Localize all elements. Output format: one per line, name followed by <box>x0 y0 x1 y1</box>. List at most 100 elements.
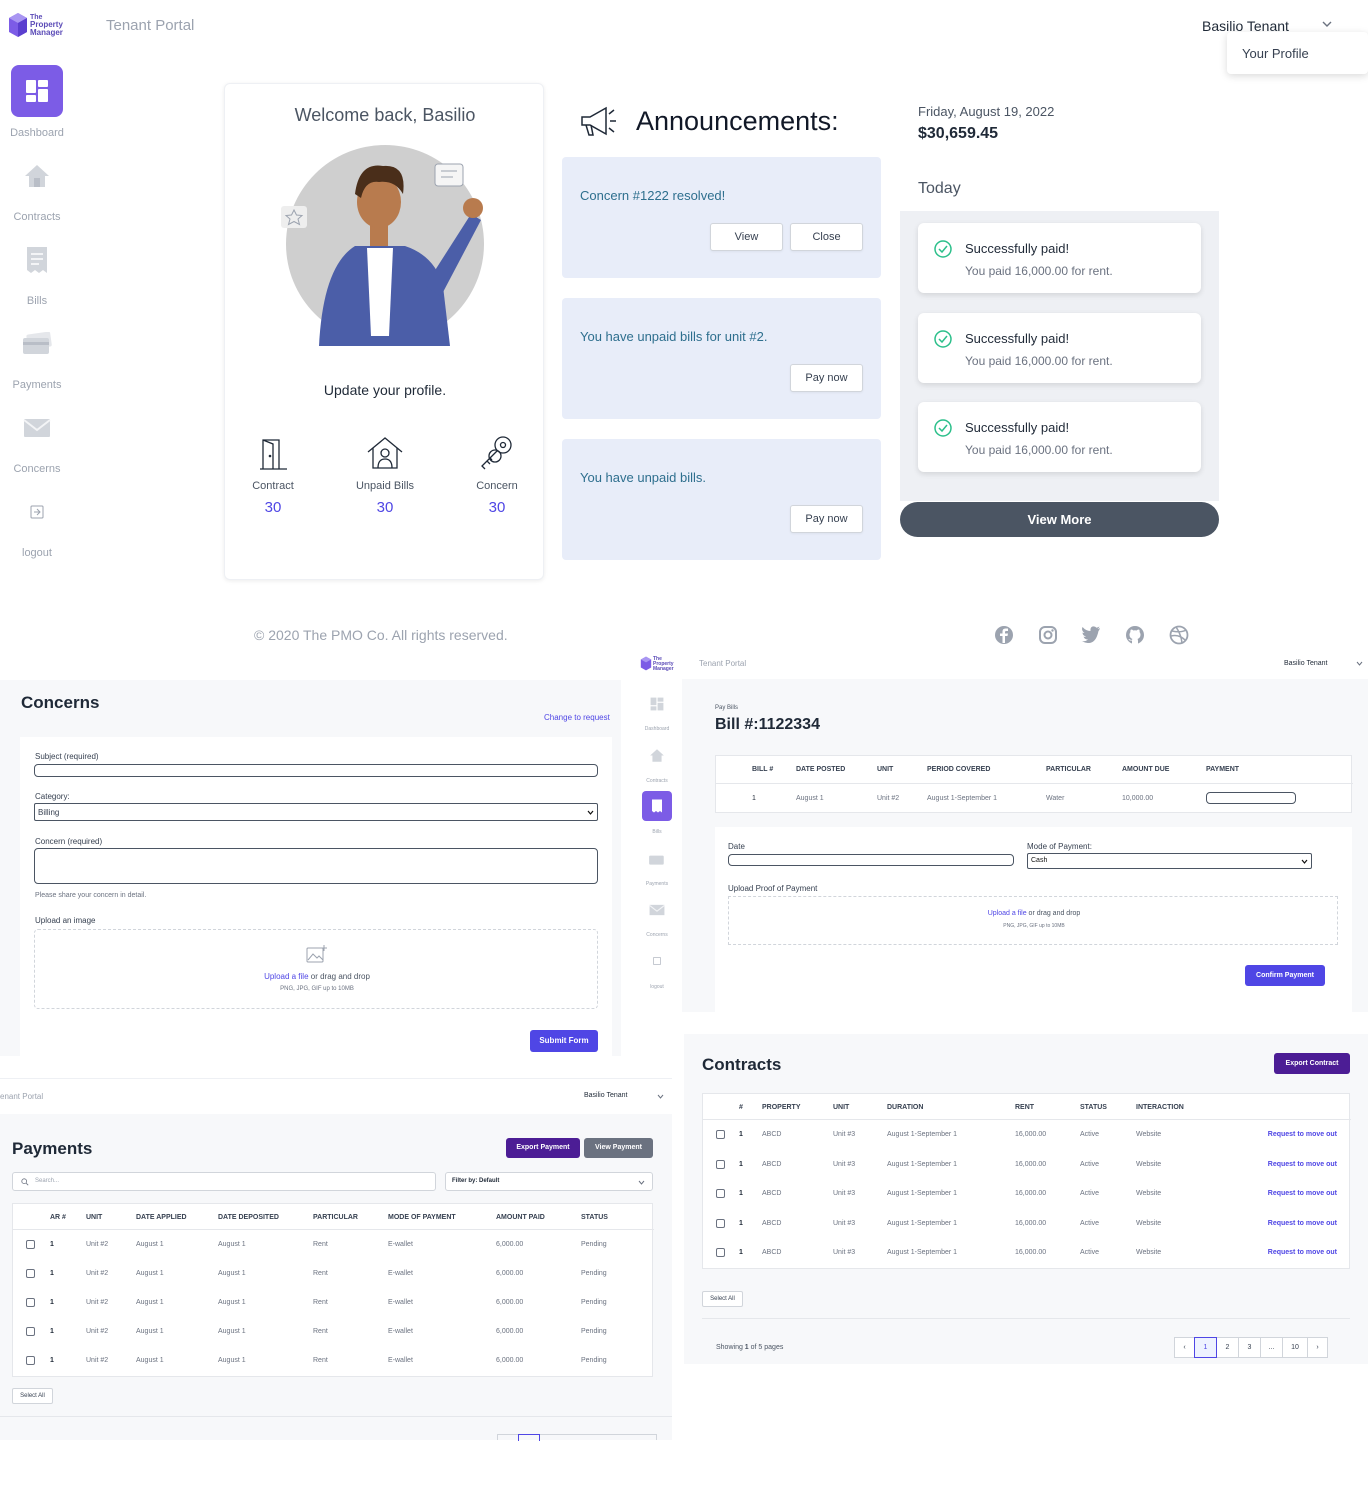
sidebar-label-concerns[interactable]: Concerns <box>0 463 74 475</box>
page-button[interactable]: ... <box>1260 1337 1283 1358</box>
logout-icon[interactable] <box>30 505 44 519</box>
sidebar-item-bills[interactable] <box>642 791 672 821</box>
credit-card-icon[interactable] <box>21 332 53 356</box>
home-icon[interactable] <box>23 163 51 189</box>
sidebar-label-contracts[interactable]: Contracts <box>0 211 74 223</box>
sidebar-label-payments[interactable]: Payments <box>632 881 682 887</box>
request-move-out-link[interactable]: Request to move out <box>1268 1220 1337 1227</box>
category-select[interactable]: Billing <box>34 803 598 821</box>
sidebar-label-concerns[interactable]: Concerns <box>632 932 682 938</box>
pay-now-button[interactable]: Pay now <box>790 364 863 392</box>
request-move-out-link[interactable]: Request to move out <box>1268 1249 1337 1256</box>
payment-notification[interactable]: Successfully paid! You paid 16,000.00 fo… <box>918 313 1201 383</box>
receipt-icon[interactable] <box>25 246 49 274</box>
logo[interactable] <box>640 656 652 676</box>
table-row[interactable]: 1 Unit #2 August 1 August 1 Rent E-wallet 6,00… <box>13 1269 654 1281</box>
change-to-request-link[interactable]: Change to request <box>544 713 610 722</box>
pay-now-button[interactable]: Pay now <box>790 505 863 533</box>
sidebar-label-dashboard[interactable]: Dashboard <box>632 726 682 732</box>
cell: Website <box>1136 1131 1162 1138</box>
row-checkbox[interactable] <box>716 1248 725 1257</box>
page-button[interactable]: 2 <box>1216 1337 1239 1358</box>
avatar-illustration[interactable] <box>275 136 495 351</box>
dribbble-icon[interactable] <box>1169 625 1189 650</box>
subject-input[interactable] <box>34 764 598 777</box>
row-checkbox[interactable] <box>716 1130 725 1139</box>
user-menu-button[interactable]: Basilio Tenant <box>584 1092 627 1099</box>
table-row[interactable]: 1 ABCD Unit #3 August 1-September 1 16,000.0… <box>703 1130 1351 1142</box>
filter-select[interactable]: Filter by: Default <box>445 1172 653 1191</box>
user-menu-button[interactable]: Basilio Tenant <box>1284 660 1327 667</box>
select-all-button[interactable]: Select All <box>702 1291 743 1307</box>
row-checkbox[interactable] <box>716 1159 725 1169</box>
confirm-payment-button[interactable]: Confirm Payment <box>1245 965 1325 986</box>
upload-dropzone[interactable]: Upload a file or drag and drop PNG, JPG,… <box>34 929 598 1009</box>
request-move-out-link[interactable]: Request to move out <box>1268 1131 1337 1138</box>
next-page-button[interactable]: › <box>1307 1337 1328 1358</box>
table-row[interactable]: 1 Unit #2 August 1 August 1 Rent E-wallet 6,00… <box>13 1356 654 1368</box>
row-checkbox[interactable] <box>26 1298 35 1307</box>
table-row[interactable]: 1 ABCD Unit #3 August 1-September 1 16,000.0… <box>703 1248 1351 1260</box>
sidebar-label-bills[interactable]: Bills <box>0 295 74 307</box>
view-button[interactable]: View <box>710 223 783 251</box>
upload-hint: PNG, JPG, GIF up to 10MB <box>280 986 354 992</box>
your-profile-link[interactable]: Your Profile <box>1227 32 1368 61</box>
row-checkbox[interactable] <box>26 1240 35 1249</box>
row-checkbox[interactable] <box>26 1327 35 1336</box>
page-1-button[interactable] <box>518 1434 540 1441</box>
payment-notification[interactable]: Successfully paid! You paid 16,000.00 fo… <box>918 402 1201 472</box>
export-payment-button[interactable]: Export Payment <box>506 1138 580 1158</box>
upload-file-link[interactable]: Upload a file <box>988 910 1027 917</box>
search-input[interactable]: Search... <box>12 1172 436 1191</box>
sidebar-label-logout[interactable]: logout <box>632 984 682 990</box>
row-checkbox[interactable] <box>716 1218 725 1228</box>
instagram-icon[interactable] <box>1038 625 1058 650</box>
upload-dropzone[interactable]: Upload a file or drag and drop PNG, JPG,… <box>728 896 1338 945</box>
twitter-icon[interactable] <box>1081 626 1101 648</box>
concern-textarea[interactable] <box>34 848 598 884</box>
export-contract-button[interactable]: Export Contract <box>1274 1053 1350 1074</box>
prev-page-button[interactable]: ‹ <box>1174 1337 1195 1358</box>
upload-file-link[interactable]: Upload a file <box>264 972 308 981</box>
page-button[interactable]: 3 <box>1238 1337 1261 1358</box>
payment-amount-input[interactable] <box>1206 792 1296 804</box>
table-row[interactable]: 1 Unit #2 August 1 August 1 Rent E-wallet 6,00… <box>13 1298 654 1310</box>
table-row[interactable]: 1 ABCD Unit #3 August 1-September 1 16,000.0… <box>703 1189 1351 1201</box>
row-checkbox[interactable] <box>26 1269 35 1278</box>
update-profile-link[interactable]: Update your profile. <box>225 382 545 398</box>
sidebar-label-payments[interactable]: Payments <box>0 379 74 391</box>
facebook-icon[interactable] <box>994 625 1014 650</box>
row-checkbox[interactable] <box>716 1189 725 1198</box>
sidebar-item-dashboard[interactable] <box>11 65 63 117</box>
table-row[interactable]: 1 ABCD Unit #3 August 1-September 1 16,000.0… <box>703 1218 1351 1231</box>
table-row[interactable]: 1 Unit #2 August 1 August 1 Rent E-wallet 6,00… <box>13 1327 654 1339</box>
view-more-button[interactable]: View More <box>900 502 1219 537</box>
table-row[interactable]: 1 Unit #2 August 1 August 1 Rent E-wallet 6,00… <box>13 1240 654 1252</box>
date-input[interactable] <box>728 854 1014 866</box>
sidebar-label-bills[interactable]: Bills <box>632 829 682 835</box>
page-button[interactable]: 1 <box>1194 1337 1217 1358</box>
pagination[interactable] <box>497 1434 657 1441</box>
select-all-button[interactable]: Select All <box>12 1388 53 1404</box>
table-row[interactable]: 1 ABCD Unit #3 August 1-September 1 16,000.0… <box>703 1159 1351 1172</box>
sidebar-label-dashboard[interactable]: Dashboard <box>0 127 74 139</box>
mail-icon[interactable] <box>23 418 51 438</box>
sidebar-label-logout[interactable]: logout <box>0 547 74 559</box>
cell: 1 <box>50 1357 54 1364</box>
logo[interactable] <box>8 12 28 43</box>
chevron-down-icon[interactable] <box>1322 20 1332 28</box>
close-button[interactable]: Close <box>790 223 863 251</box>
cell: August 1-September 1 <box>887 1219 958 1227</box>
submit-form-button[interactable]: Submit Form <box>530 1030 598 1052</box>
page-button[interactable]: 10 <box>1282 1337 1308 1358</box>
pagination[interactable]: ‹ 1 2 3... 10 › <box>1174 1337 1328 1358</box>
payment-notification[interactable]: Successfully paid! You paid 16,000.00 fo… <box>918 223 1201 293</box>
github-icon[interactable] <box>1125 625 1145 650</box>
request-move-out-link[interactable]: Request to move out <box>1268 1161 1337 1168</box>
payment-mode-select[interactable]: Cash <box>1027 853 1312 869</box>
view-payment-button[interactable]: View Payment <box>584 1138 653 1158</box>
cell: August 1 <box>218 1299 246 1306</box>
request-move-out-link[interactable]: Request to move out <box>1268 1190 1337 1197</box>
row-checkbox[interactable] <box>26 1356 35 1365</box>
sidebar-label-contracts[interactable]: Contracts <box>632 778 682 784</box>
